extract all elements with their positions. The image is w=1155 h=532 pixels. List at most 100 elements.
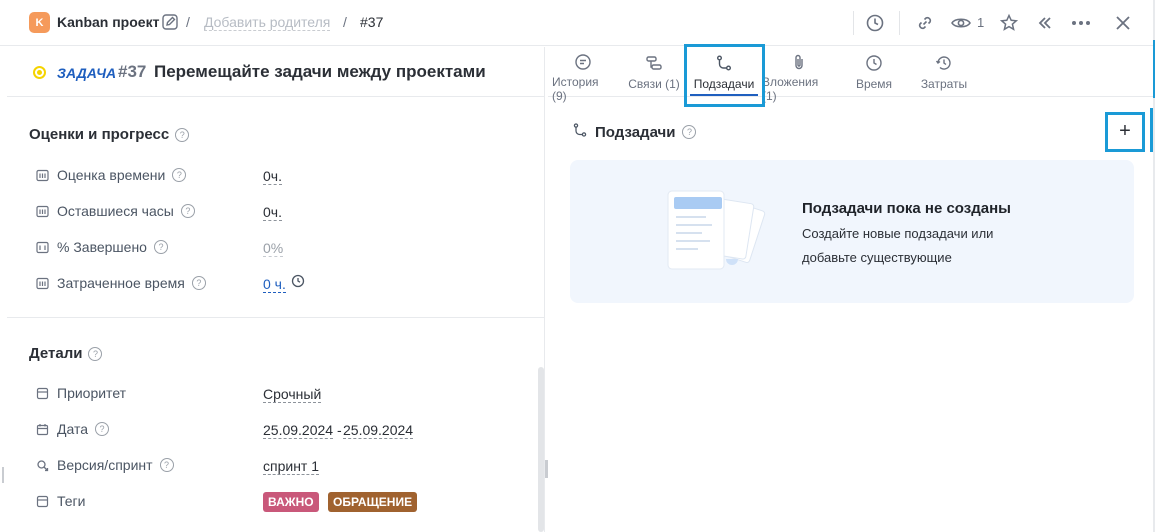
tab-attachments[interactable]: Вложения (1) [762,51,836,103]
paperclip-icon [789,53,809,71]
tab-time-label: Время [855,77,893,91]
clock-icon [864,53,884,73]
link-icon[interactable] [914,12,936,34]
project-badge[interactable]: K [29,12,50,33]
tab-links-label: Связи (1) [628,77,680,91]
breadcrumb-separator: / [343,14,347,30]
tags-row: Теги [35,491,85,511]
priority-row: Приоритет [35,383,126,403]
breadcrumb-separator: / [186,14,190,30]
status-indicator[interactable] [33,66,46,79]
empty-state-title: Подзадачи пока не созданы [802,200,1011,217]
field-icon [35,240,49,254]
percent-complete-label: % Завершено [57,239,147,255]
help-icon[interactable]: ? [159,458,174,472]
version-row: Версия/спринт ? [35,455,174,475]
top-bar: K Kanban проект / Добавить родителя / #3… [0,0,1155,46]
divider [899,11,900,35]
version-label: Версия/спринт [57,457,153,473]
empty-illustration-icon [664,185,774,280]
estimate-time-label: Оценка времени [57,167,166,183]
field-icon [35,204,49,218]
estimates-heading-text: Оценки и прогресс [29,126,170,143]
empty-state-line: добавьте существующие [802,250,952,265]
date-end-value[interactable]: 25.09.2024 [343,422,414,439]
date-start-value[interactable]: 25.09.2024 [263,422,334,439]
more-icon[interactable] [1070,12,1092,34]
tab-bar: История (9) Связи (1) Подзадачи Вложения… [548,47,1153,103]
task-title-row: ЗАДАЧА #37 Перемещайте задачи между прое… [7,47,545,97]
task-title[interactable]: Перемещайте задачи между проектами [154,62,486,82]
tab-costs[interactable]: Затраты [916,51,972,95]
field-icon [35,276,49,290]
breadcrumb-task-number: #37 [360,14,384,30]
subtasks-heading-text: Подзадачи [595,123,676,141]
empty-state-line: Создайте новые подзадачи или [802,226,994,241]
spent-time-value[interactable]: 0 ч. [263,276,286,293]
add-parent-link[interactable]: Добавить родителя [204,14,331,31]
subtasks-heading: Подзадачи ? [572,122,697,142]
subtasks-heading-icon [572,122,588,142]
section-divider [7,317,545,318]
help-icon[interactable]: ? [153,240,168,254]
remaining-hours-label: Оставшиеся часы [57,203,174,219]
collapse-left-icon[interactable] [1034,12,1056,34]
links-icon [644,53,664,73]
tab-history[interactable]: История (9) [552,51,614,103]
task-type: ЗАДАЧА [57,65,117,81]
date-separator: - [337,422,342,438]
estimates-heading: Оценки и прогресс ? [29,126,190,143]
tag-icon [35,494,49,508]
tab-time[interactable]: Время [852,51,896,95]
help-icon[interactable]: ? [175,127,190,142]
tags-label: Теги [57,493,86,509]
details-heading-text: Детали [29,345,83,362]
estimate-time-value[interactable]: 0ч. [263,168,282,185]
calendar-icon [35,422,49,436]
history-icon [573,53,593,71]
tag-important[interactable]: ВАЖНО [263,492,319,512]
tab-costs-label: Затраты [920,77,968,91]
sprint-icon [35,458,49,472]
tag-request[interactable]: ОБРАЩЕНИЕ [328,492,418,512]
panel-resize-handle[interactable] [545,460,548,478]
remaining-hours-row: Оставшиеся часы ? [35,201,195,221]
percent-complete-value[interactable]: 0% [263,240,284,257]
help-icon[interactable]: ? [88,346,103,361]
priority-icon [35,386,49,400]
help-icon[interactable]: ? [682,125,697,139]
estimate-time-row: Оценка времени ? [35,165,187,185]
help-icon[interactable]: ? [191,276,206,290]
right-edge-highlight [1150,108,1155,152]
edit-icon[interactable] [161,13,179,31]
scrollbar[interactable] [538,367,544,532]
log-time-clock-icon[interactable] [291,274,305,288]
help-icon[interactable]: ? [95,422,110,436]
close-icon[interactable] [1112,12,1134,34]
tab-attachments-label: Вложения (1) [762,75,819,103]
help-icon[interactable]: ? [180,204,195,218]
divider [853,11,854,35]
empty-state: Подзадачи пока не созданы Создайте новые… [570,160,1134,303]
watchers-count: 1 [977,15,985,30]
spent-time-row: Затраченное время ? [35,273,206,293]
date-row: Дата ? [35,419,110,439]
remaining-hours-value[interactable]: 0ч. [263,204,282,221]
eye-icon[interactable] [950,12,972,34]
help-icon[interactable]: ? [172,168,187,182]
task-details-panel: ЗАДАЧА #37 Перемещайте задачи между прое… [7,47,545,532]
project-name[interactable]: Kanban проект [57,14,159,30]
history-clock-icon[interactable] [864,12,886,34]
spent-time-label: Затраченное время [57,275,185,291]
priority-label: Приоритет [57,385,127,401]
field-icon [35,168,49,182]
version-value[interactable]: спринт 1 [263,458,320,475]
priority-value[interactable]: Срочный [263,386,322,403]
details-heading: Детали ? [29,345,103,362]
tab-links[interactable]: Связи (1) [628,51,680,95]
task-id: #37 [118,62,147,81]
tab-history-label: История (9) [552,75,599,103]
star-icon[interactable] [998,12,1020,34]
subtasks-tab-highlight [684,44,765,107]
resize-handle[interactable] [2,467,4,483]
